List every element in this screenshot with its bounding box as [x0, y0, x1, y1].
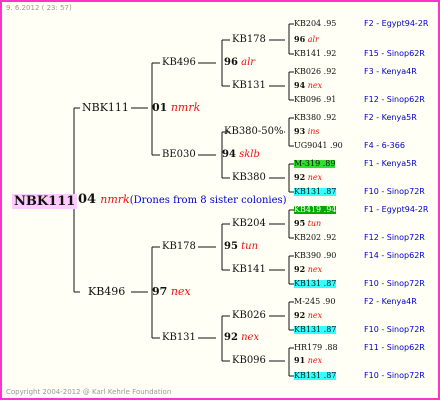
root-mating: 04 nmrk(Drones from 8 sister colonies) — [78, 192, 287, 207]
gen3-mating: 91 nex — [294, 355, 323, 365]
gen2-mating: 96 alr — [224, 57, 256, 68]
gen3-mating: 92 nex — [294, 172, 323, 182]
gen4-breeding-book: F12 - Sinop62R — [364, 95, 425, 104]
gen2-node: KB496 — [162, 57, 196, 68]
gen4-id: KB131 .87 — [294, 325, 337, 334]
gen4-breeding-book: F15 - Sinop62R — [364, 49, 425, 58]
gen2-mating: 95 tun — [224, 241, 259, 252]
gen4-id: HR179 .88 — [294, 343, 338, 352]
gen4-breeding-book: F1 - Egypt94-2R — [364, 205, 429, 214]
gen2-node: BE030 — [162, 149, 196, 160]
gen3-node: KB141 — [232, 264, 266, 275]
gen4-id: KB419 .94 — [294, 205, 337, 214]
gen4-id: KB131 .87 — [294, 187, 337, 196]
pedigree-frame: 9. 6.2012 ( 23: 57) Copyright 2004-2012 … — [0, 0, 440, 400]
gen4-breeding-book: F4 - 6-366 — [364, 141, 405, 150]
root-id: NBK111 — [12, 194, 78, 209]
gen2-node: KB131 — [162, 332, 196, 343]
gen3-node: KB380-50% — [224, 126, 284, 137]
gen4-breeding-book: F3 - Kenya4R — [364, 67, 417, 76]
gen4-id: M-319 .89 — [294, 159, 336, 168]
gen4-id: UG9041 .90 — [294, 141, 343, 150]
gen4-breeding-book: F10 - Sinop72R — [364, 187, 425, 196]
gen3-mating: 92 nex — [294, 310, 323, 320]
gen3-mating: 93 ins — [294, 126, 320, 136]
gen4-id: KB131 .87 — [294, 279, 337, 288]
gen2-mating: 92 nex — [224, 332, 260, 343]
gen4-breeding-book: F10 - Sinop72R — [364, 325, 425, 334]
gen4-breeding-book: F10 - Sinop72R — [364, 279, 425, 288]
gen4-breeding-book: F12 - Sinop72R — [364, 233, 425, 242]
gen4-id: KB096 .91 — [294, 95, 337, 104]
gen4-breeding-book: F14 - Sinop62R — [364, 251, 425, 260]
gen3-node: KB178 — [232, 34, 266, 45]
gen4-breeding-book: F10 - Sinop72R — [364, 371, 425, 380]
gen3-mating: 94 nex — [294, 80, 323, 90]
gen4-id: KB204 .95 — [294, 19, 337, 28]
gen4-breeding-book: F2 - Kenya5R — [364, 113, 417, 122]
gen3-mating: 95 tun — [294, 218, 322, 228]
gen4-id: KB026 .92 — [294, 67, 337, 76]
gen2-mating: 94 sklb — [222, 149, 260, 160]
gen3-node: KB026 — [232, 310, 266, 321]
gen1-dam-id: KB496 — [88, 285, 126, 298]
gen4-id: KB380 .92 — [294, 113, 337, 122]
gen4-id: KB131 .87 — [294, 371, 337, 380]
drones-note: (Drones from 8 sister colonies) — [129, 195, 287, 206]
gen4-id: KB390 .90 — [294, 251, 337, 260]
gen4-breeding-book: F2 - Kenya4R — [364, 297, 417, 306]
report-date: 9. 6.2012 ( 23: 57) — [6, 4, 72, 12]
gen4-breeding-book: F1 - Kenya5R — [364, 159, 417, 168]
copyright-text: Copyright 2004-2012 @ Karl Kehrle Founda… — [6, 388, 172, 396]
gen2-node: KB178 — [162, 241, 196, 252]
gen4-id: M-245 .90 — [294, 297, 336, 306]
gen4-breeding-book: F11 - Sinop62R — [364, 343, 425, 352]
root-queen: NBK111 — [12, 192, 78, 209]
gen3-node: KB096 — [232, 355, 266, 366]
gen4-breeding-book: F2 - Egypt94-2R — [364, 19, 429, 28]
gen3-node: KB204 — [232, 218, 266, 229]
gen3-mating: 96 alr — [294, 34, 319, 44]
gen1-sire-id: NBK111 — [82, 101, 129, 114]
gen4-id: KB141 .92 — [294, 49, 337, 58]
gen3-mating: 92 nex — [294, 264, 323, 274]
gen3-node: KB380 — [232, 172, 266, 183]
gen3-node: KB131 — [232, 80, 266, 91]
gen1-dam-mating: 97 nex — [152, 285, 191, 298]
gen4-id: KB202 .92 — [294, 233, 337, 242]
gen1-sire-mating: 01 nmrk — [152, 101, 201, 114]
